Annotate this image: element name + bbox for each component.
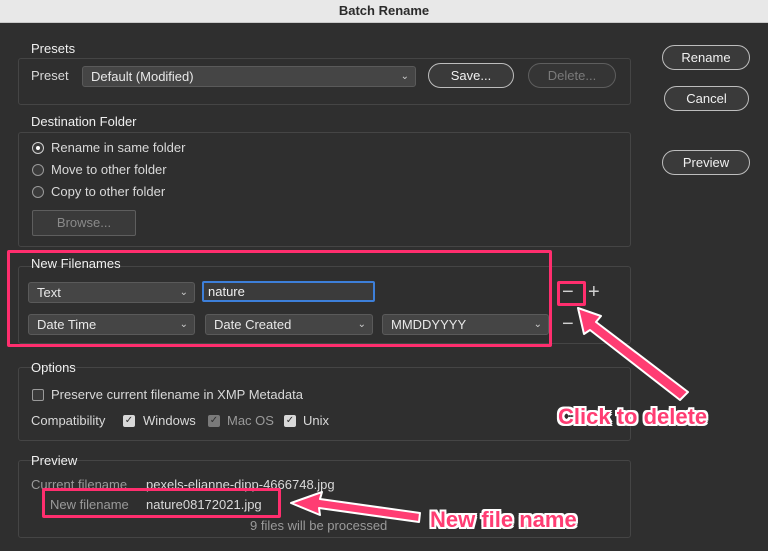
click-to-delete-callout: Click to delete (558, 404, 708, 429)
new-file-name-callout: New file name (430, 507, 577, 532)
annotation-arrows (290, 307, 689, 523)
new-filename-arrow (290, 491, 421, 523)
delete-arrow (577, 307, 689, 401)
